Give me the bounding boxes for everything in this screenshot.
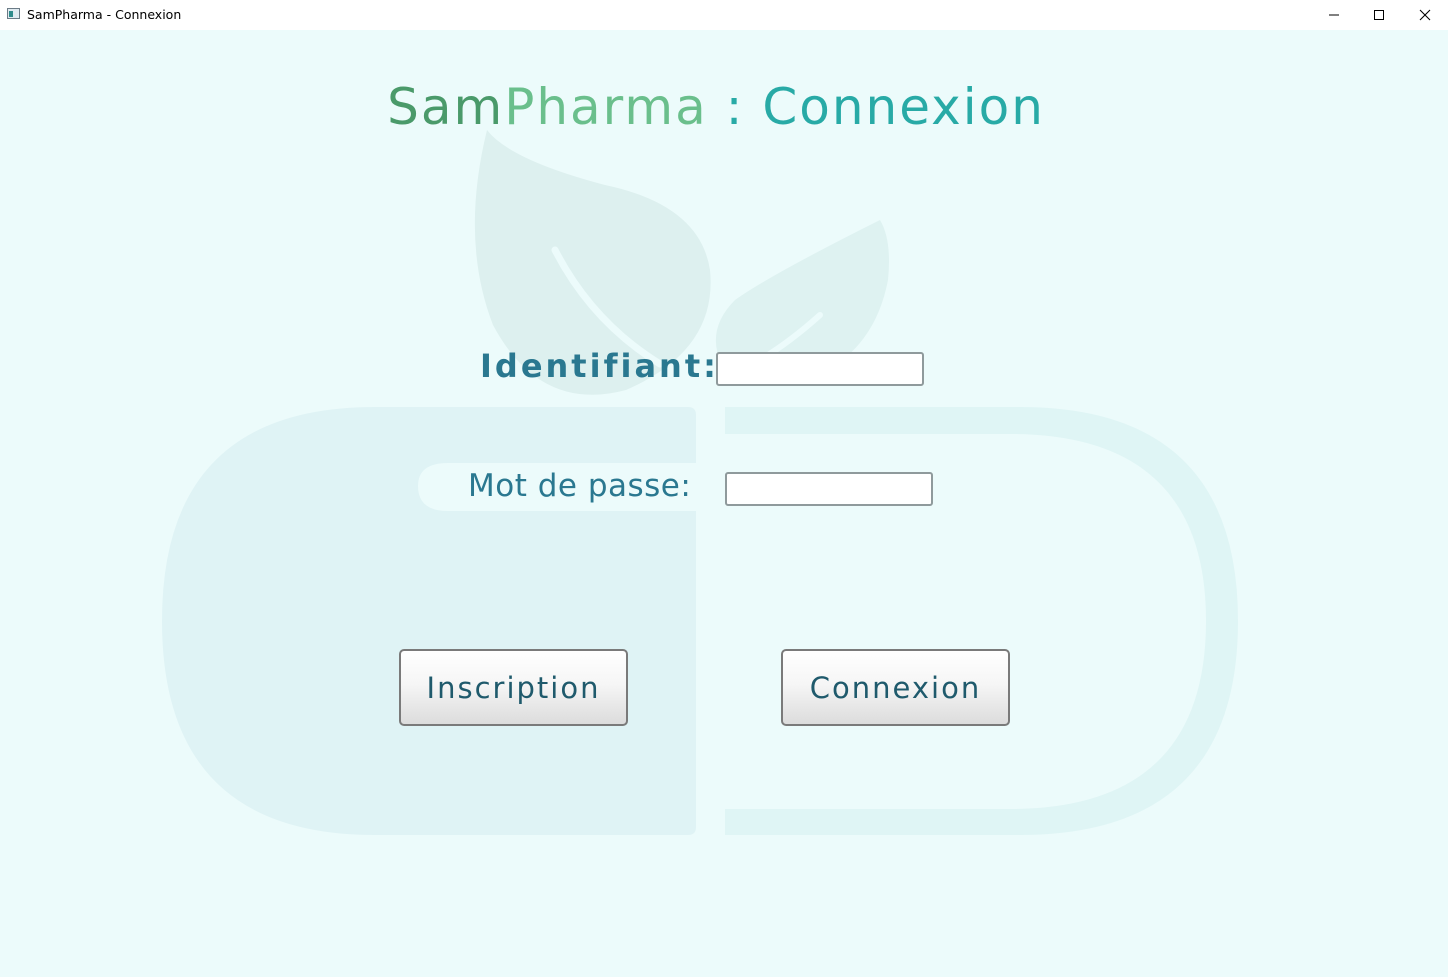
identifiant-input[interactable]	[716, 352, 924, 386]
title-part-connexion: : Connexion	[707, 78, 1045, 136]
page-title: SamPharma : Connexion	[0, 78, 1432, 136]
password-input[interactable]	[725, 472, 933, 506]
minimize-button[interactable]	[1311, 0, 1357, 30]
password-label: Mot de passe:	[468, 468, 692, 504]
title-part-sam: Sam	[387, 78, 505, 136]
title-part-pharma: Pharma	[504, 78, 708, 136]
title-bar[interactable]: SamPharma - Connexion	[0, 0, 1448, 30]
close-icon	[1419, 9, 1431, 21]
identifiant-label: Identifiant:	[480, 347, 719, 385]
app-window-icon	[7, 8, 20, 19]
login-panel: SamPharma : Connexion Identifiant: Mot d…	[0, 30, 1448, 977]
close-button[interactable]	[1402, 0, 1448, 30]
maximize-icon	[1374, 10, 1384, 20]
maximize-button[interactable]	[1356, 0, 1402, 30]
leaf-capsule-logo	[162, 130, 1238, 835]
inscription-button[interactable]: Inscription	[399, 649, 628, 726]
connexion-button[interactable]: Connexion	[781, 649, 1010, 726]
app-window: SamPharma - Connexion SamPharma: Connex…	[0, 0, 1448, 977]
window-title: SamPharma - Connexion	[27, 7, 182, 22]
minimize-icon	[1329, 14, 1339, 16]
